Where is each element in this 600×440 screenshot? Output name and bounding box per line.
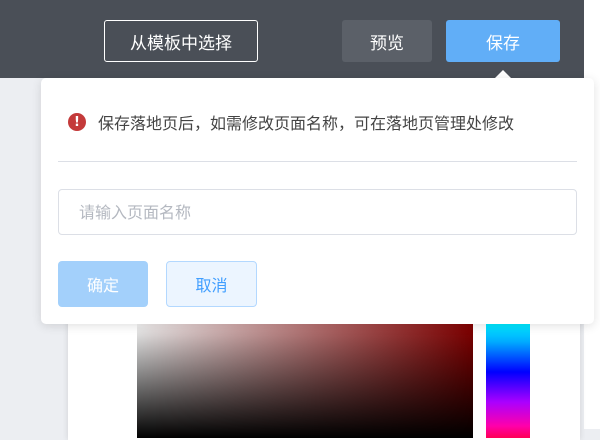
- popover-message: 保存落地页后，如需修改页面名称，可在落地页管理处修改: [98, 114, 515, 133]
- cancel-button[interactable]: 取消: [166, 261, 257, 307]
- divider: [58, 161, 577, 162]
- confirm-button[interactable]: 确定: [58, 261, 148, 307]
- popover-message-row: ! 保存落地页后，如需修改页面名称，可在落地页管理处修改: [68, 110, 514, 134]
- color-saturation-area[interactable]: [137, 318, 473, 438]
- warning-icon: !: [68, 113, 86, 131]
- page-name-input[interactable]: [58, 189, 577, 235]
- hue-slider[interactable]: [486, 318, 530, 438]
- save-popover: ! 保存落地页后，如需修改页面名称，可在落地页管理处修改 确定 取消: [41, 78, 594, 324]
- save-button[interactable]: 保存: [446, 20, 560, 62]
- preview-button[interactable]: 预览: [342, 20, 432, 62]
- select-from-template-button[interactable]: 从模板中选择: [104, 20, 258, 62]
